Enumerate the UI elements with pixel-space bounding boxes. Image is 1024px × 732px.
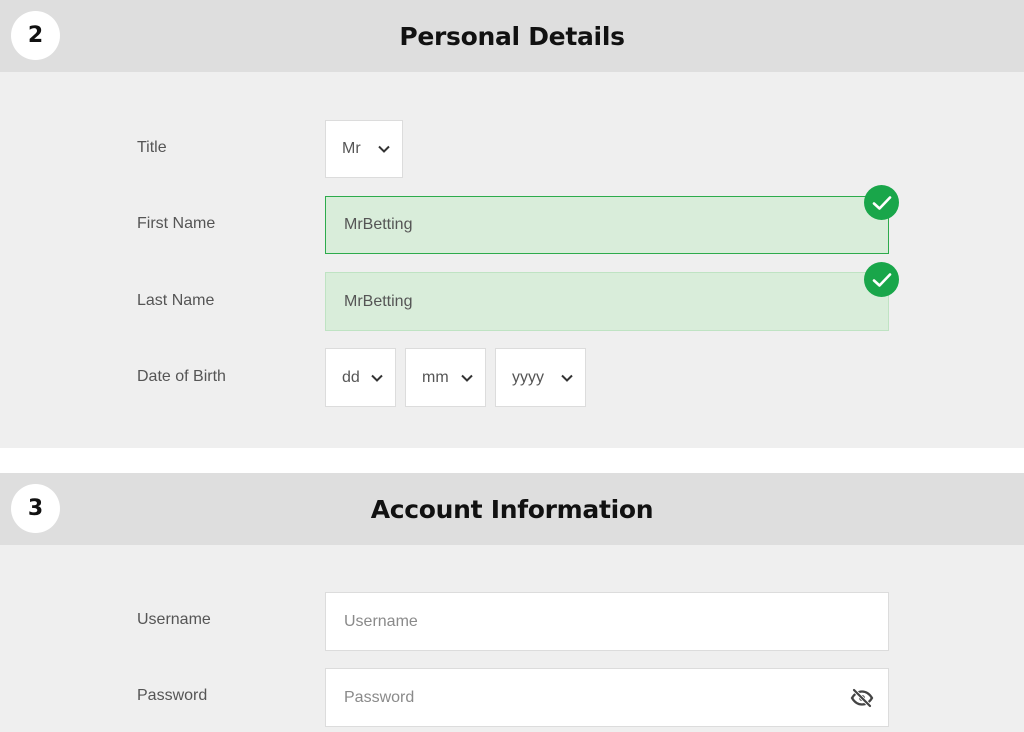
account-information-form: Username Username Password Password [0,545,1024,732]
username-label: Username [137,611,211,628]
chevron-down-icon [461,374,473,382]
title-select-value: Mr [342,140,361,157]
personal-details-form: Title Mr First Name MrBetting Last Name … [0,72,1024,448]
dob-year-value: yyyy [512,368,544,386]
first-name-input[interactable]: MrBetting [325,196,889,254]
last-name-value: MrBetting [344,292,413,310]
last-name-input[interactable]: MrBetting [325,272,889,331]
chevron-down-icon [561,374,573,382]
first-name-valid-check-icon [864,185,899,220]
username-placeholder: Username [344,612,418,630]
password-input[interactable]: Password [325,668,889,727]
personal-details-header: 2 Personal Details [0,0,1024,72]
check-icon [872,195,891,210]
last-name-label: Last Name [137,292,215,309]
dob-day-value: dd [342,368,360,386]
last-name-valid-check-icon [864,262,899,297]
section-title: Account Information [370,494,654,524]
password-placeholder: Password [344,688,415,706]
first-name-value: MrBetting [344,216,413,233]
account-information-header: 3 Account Information [0,473,1024,545]
username-input[interactable]: Username [325,592,889,651]
chevron-down-icon [378,145,390,153]
section-title: Personal Details [399,21,625,51]
title-label: Title [137,139,167,156]
dob-day-select[interactable]: dd [325,348,396,407]
title-select[interactable]: Mr [325,120,403,178]
dob-month-value: mm [422,368,449,386]
check-icon [872,272,891,287]
date-of-birth-label: Date of Birth [137,368,226,385]
eye-slash-icon[interactable] [850,688,874,708]
password-label: Password [137,687,208,704]
dob-year-select[interactable]: yyyy [495,348,586,407]
dob-month-select[interactable]: mm [405,348,486,407]
chevron-down-icon [371,374,383,382]
first-name-label: First Name [137,215,216,232]
